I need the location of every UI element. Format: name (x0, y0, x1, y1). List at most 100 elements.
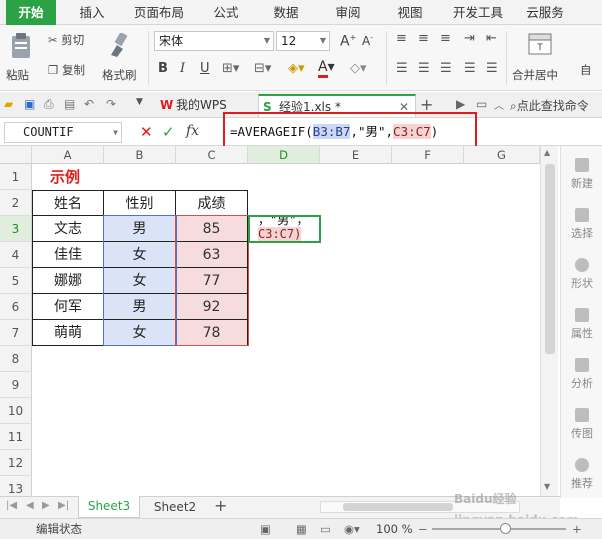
menu-insert[interactable]: 插入 (70, 0, 114, 25)
clear-format-icon[interactable]: ◇▾ (350, 61, 367, 76)
device-icon[interactable]: ▭ (476, 97, 487, 111)
header-cell-score[interactable]: 成绩 (176, 190, 248, 216)
gender-cell[interactable]: 女 (104, 320, 176, 346)
gender-cell[interactable]: 女 (104, 268, 176, 294)
add-sheet-button[interactable]: + (214, 496, 227, 515)
spreadsheet-grid[interactable]: A B C D E F G 1 2 3 4 5 6 7 8 9 10 11 12… (0, 146, 540, 496)
auto-wrap-label[interactable]: 自 (580, 62, 592, 78)
border-icon[interactable]: ⊞▾ (222, 61, 239, 76)
folder-icon[interactable]: ▰ (4, 97, 13, 111)
vertical-scrollbar[interactable]: ▲ ▼ (540, 146, 558, 496)
page-view-icon[interactable]: ▭ (320, 519, 331, 539)
name-cell[interactable]: 萌萌 (32, 320, 104, 346)
column-header-e[interactable]: E (320, 146, 392, 164)
save-icon[interactable]: ▣ (24, 97, 35, 111)
fill-color-icon[interactable]: ◈▾ (288, 61, 305, 76)
justify-icon[interactable]: ☰ (464, 61, 476, 76)
score-cell[interactable]: 85 (176, 216, 248, 242)
chevron-up-icon[interactable]: ︿ (494, 97, 504, 112)
panel-upload-image[interactable]: 传图 (561, 408, 602, 441)
cut-button[interactable]: ✂ 剪切 (48, 32, 84, 48)
panel-shape[interactable]: 形状 (561, 258, 602, 291)
prev-sheet-icon[interactable]: ◀ (26, 500, 34, 511)
normal-view-icon[interactable]: ▣ (260, 519, 271, 539)
menu-cloud[interactable]: 云服务 (520, 0, 570, 25)
last-sheet-icon[interactable]: ▶| (58, 500, 69, 511)
underline-button[interactable]: U (200, 61, 210, 76)
print-icon[interactable]: ⎙ (44, 97, 54, 112)
menu-data[interactable]: 数据 (264, 0, 308, 25)
row-header[interactable]: 8 (0, 346, 32, 372)
italic-button[interactable]: I (180, 61, 185, 76)
align-middle-icon[interactable]: ≡ (418, 31, 429, 46)
panel-properties[interactable]: 属性 (561, 308, 602, 341)
next-sheet-icon[interactable]: ▶ (42, 500, 50, 511)
score-cell[interactable]: 78 (176, 320, 248, 346)
redo-icon[interactable]: ↷ (106, 97, 116, 111)
gender-cell[interactable]: 女 (104, 242, 176, 268)
format-painter-button[interactable]: 格式刷 (100, 31, 140, 87)
video-icon[interactable]: ▶ (456, 97, 465, 111)
layout-view-icon[interactable]: ▦ (296, 519, 307, 539)
menu-formula[interactable]: 公式 (204, 0, 248, 25)
row-header[interactable]: 9 (0, 372, 32, 398)
chevron-down-icon[interactable]: ▼ (136, 97, 143, 107)
decrease-font-icon[interactable]: A- (362, 33, 373, 48)
font-size-select[interactable]: 12 ▼ (276, 31, 330, 51)
indent-icon[interactable]: ⇥ (464, 31, 475, 46)
font-color-button[interactable]: A▾ (318, 59, 335, 78)
row-header[interactable]: 3 (0, 216, 32, 242)
column-header-a[interactable]: A (32, 146, 104, 164)
column-header-b[interactable]: B (104, 146, 176, 164)
menu-developer[interactable]: 开发工具 (448, 0, 508, 25)
h-scroll-thumb[interactable] (343, 503, 453, 511)
score-cell[interactable]: 77 (176, 268, 248, 294)
zoom-out-icon[interactable]: − (418, 519, 428, 539)
row-header[interactable]: 10 (0, 398, 32, 424)
score-cell[interactable]: 92 (176, 294, 248, 320)
menu-page-layout[interactable]: 页面布局 (126, 0, 192, 25)
align-right-icon[interactable]: ☰ (440, 61, 452, 76)
scroll-thumb[interactable] (545, 164, 555, 354)
name-cell[interactable]: 何军 (32, 294, 104, 320)
column-header-g[interactable]: G (464, 146, 540, 164)
distribute-icon[interactable]: ☰ (486, 61, 498, 76)
row-header[interactable]: 6 (0, 294, 32, 320)
scroll-up-icon[interactable]: ▲ (544, 148, 550, 157)
active-cell-d3[interactable]: ，"男"， C3:C7) (248, 215, 321, 243)
menu-home[interactable]: 开始 (6, 0, 56, 25)
panel-new[interactable]: 新建 (561, 158, 602, 191)
first-sheet-icon[interactable]: |◀ (6, 500, 17, 511)
undo-icon[interactable]: ↶ (84, 97, 94, 111)
gender-cell[interactable]: 男 (104, 294, 176, 320)
confirm-icon[interactable]: ✓ (162, 123, 175, 141)
paste-button[interactable]: 粘贴 (6, 31, 36, 87)
column-header-c[interactable]: C (176, 146, 248, 164)
align-center-icon[interactable]: ☰ (418, 61, 430, 76)
column-header-f[interactable]: F (392, 146, 464, 164)
row-header[interactable]: 4 (0, 242, 32, 268)
menu-view[interactable]: 视图 (388, 0, 432, 25)
row-header[interactable]: 5 (0, 268, 32, 294)
preview-icon[interactable]: ▤ (64, 97, 75, 111)
copy-button[interactable]: ❐ 复制 (48, 62, 85, 78)
column-header-d[interactable]: D (248, 146, 320, 164)
align-top-icon[interactable]: ≡ (396, 31, 407, 46)
merge-grid-icon[interactable]: ⊟▾ (254, 61, 271, 76)
panel-analysis[interactable]: 分析 (561, 358, 602, 391)
name-cell[interactable]: 文志 (32, 216, 104, 242)
font-name-select[interactable]: 宋体 ▼ (154, 31, 274, 51)
header-cell-name[interactable]: 姓名 (32, 190, 104, 216)
name-cell[interactable]: 娜娜 (32, 268, 104, 294)
row-header[interactable]: 13 (0, 476, 32, 496)
zoom-slider-handle[interactable] (500, 523, 511, 534)
gender-cell[interactable]: 男 (104, 216, 176, 242)
zoom-slider[interactable] (432, 523, 566, 534)
name-cell[interactable]: 佳佳 (32, 242, 104, 268)
row-header[interactable]: 1 (0, 164, 32, 190)
align-bottom-icon[interactable]: ≡ (440, 31, 451, 46)
merge-center-button[interactable]: T 合并居中 (512, 31, 568, 87)
cancel-icon[interactable]: ✕ (140, 123, 153, 141)
align-left-icon[interactable]: ☰ (396, 61, 408, 76)
row-header[interactable]: 12 (0, 450, 32, 476)
